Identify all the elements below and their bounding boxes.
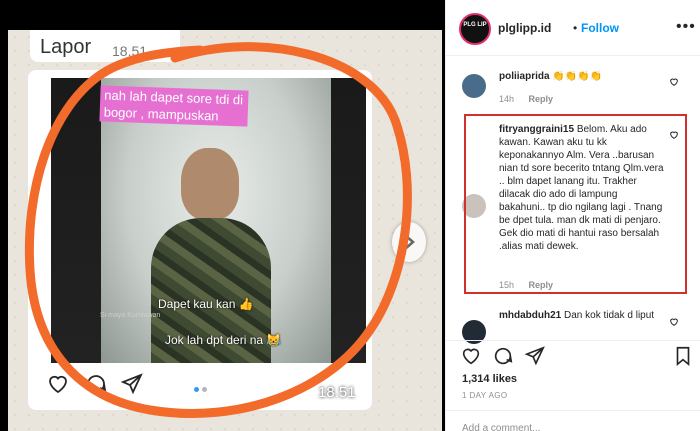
avatar[interactable]	[462, 74, 486, 98]
heart-icon[interactable]	[46, 372, 72, 398]
chevron-right-icon	[404, 234, 415, 250]
comment-username[interactable]: fitryanggraini15	[499, 124, 574, 135]
comment-text: fitryanggraini15 Belom. Aku ado kawan. K…	[499, 123, 664, 253]
carousel-dots	[194, 379, 210, 397]
share-icon[interactable]	[120, 372, 146, 398]
comment-body: 👏👏👏👏	[552, 71, 603, 82]
add-comment-input[interactable]: Add a comment...	[462, 423, 540, 431]
bookmark-icon[interactable]	[672, 345, 694, 372]
share-icon[interactable]	[524, 345, 546, 372]
heart-icon[interactable]	[669, 314, 679, 332]
post-actions	[446, 340, 700, 370]
comment-age: 14h	[499, 94, 515, 104]
heart-icon[interactable]	[669, 74, 679, 92]
comment-meta: 14h Reply	[499, 94, 553, 104]
person-head	[181, 148, 239, 220]
comment-icon[interactable]	[492, 345, 514, 372]
comment-username[interactable]: poliiaprida	[499, 71, 550, 82]
heart-icon[interactable]	[460, 345, 482, 372]
follow-separator: •	[573, 21, 578, 35]
post-sidebar: PLG LIP plglipp.id • Follow ••• poliiapr…	[445, 0, 700, 431]
comment-text: poliiaprida 👏👏👏👏	[499, 70, 664, 83]
comment-text: mhdabduh21 Dan kok tidak d liput	[499, 309, 664, 322]
photo-sub-caption: Si maya Kurniawan	[100, 312, 161, 319]
photo-caption: Dapet kau kan 👍	[158, 297, 254, 311]
chat-text-lapor: Lapor	[40, 36, 92, 58]
heart-icon[interactable]	[669, 127, 679, 145]
photo-overlay-text: nah lah dapet sore tdi di bogor , mampus…	[99, 85, 249, 127]
reply-button[interactable]: Reply	[529, 280, 554, 290]
follow-button[interactable]: Follow	[581, 21, 619, 35]
comment-age: 15h	[499, 280, 515, 290]
person-figure	[151, 148, 271, 363]
likes-count[interactable]: 1,314 likes	[462, 373, 517, 385]
post-media[interactable]: Lapor 18.51 nah lah dapet sore tdi di bo…	[0, 0, 445, 431]
photo-caption-2: Jok lah dpt deri na 😹	[165, 333, 282, 347]
comment-meta: 15h Reply	[499, 280, 553, 290]
comment-body: Belom. Aku ado kawan. Kawan aku tu kk ke…	[499, 124, 664, 252]
add-comment-bar[interactable]: Add a comment...	[446, 410, 700, 431]
comment-username[interactable]: mhdabduh21	[499, 310, 561, 321]
avatar[interactable]	[462, 194, 486, 218]
more-options-icon[interactable]: •••	[676, 18, 696, 36]
comment-body: Dan kok tidak d liput	[564, 310, 655, 321]
next-image-button[interactable]	[392, 222, 426, 262]
image-timestamp: 18.51	[318, 384, 356, 401]
comment-icon[interactable]	[84, 372, 110, 398]
post-time: 1 DAY AGO	[462, 391, 508, 400]
profile-username[interactable]: plglipp.id	[498, 21, 551, 35]
chat-timestamp: 18.51	[112, 43, 148, 59]
post-header: PLG LIP plglipp.id • Follow •••	[446, 0, 700, 56]
reply-button[interactable]: Reply	[529, 94, 554, 104]
profile-avatar[interactable]: PLG LIP	[459, 13, 491, 45]
